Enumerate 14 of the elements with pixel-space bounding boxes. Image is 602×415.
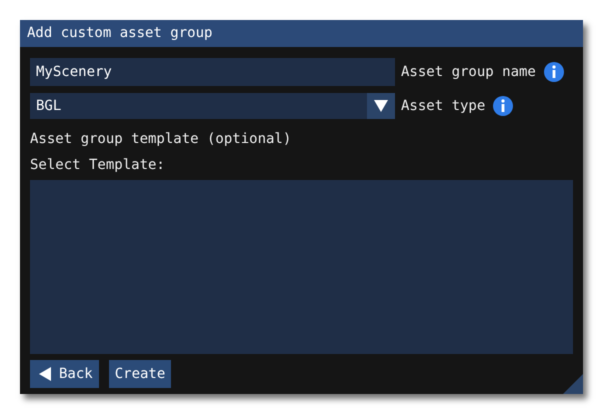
create-button[interactable]: Create [108,360,172,388]
back-button[interactable]: Back [30,360,99,388]
section-label: Select Template: [30,156,166,175]
info-icon[interactable] [493,96,514,116]
resize-grip-icon[interactable] [563,374,583,394]
window-title: Add custom asset group [20,20,583,47]
dropdown[interactable]: BGL [30,93,395,119]
back-arrow-icon [39,367,51,381]
field-label: Asset type [401,98,486,114]
dropdown-arrow-icon [374,100,388,112]
section-label: Asset group template (optional) [30,130,292,149]
field-label: Asset group name [401,64,536,80]
input-field[interactable]: MyScenery [30,58,395,86]
info-icon[interactable] [544,62,564,82]
